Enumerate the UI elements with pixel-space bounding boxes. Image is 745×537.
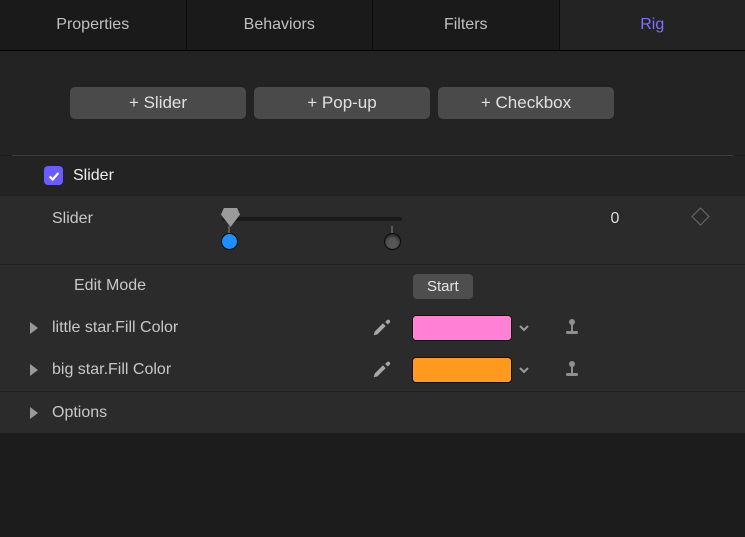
param-row-big-star-fill: big star.Fill Color [0,349,745,391]
snapshot-marker-active[interactable] [222,234,237,249]
add-checkbox-button[interactable]: + Checkbox [438,87,614,119]
eyedropper-icon[interactable] [371,316,393,341]
param-label: big star.Fill Color [52,361,352,379]
color-well[interactable] [412,315,512,341]
edit-mode-row: Edit Mode Start [0,265,745,307]
disclosure-icon[interactable] [30,407,38,419]
slider-value[interactable]: 0 [555,210,675,228]
chevron-down-icon[interactable] [516,320,532,336]
keyframe-icon[interactable] [691,207,709,225]
add-widget-row: + Slider + Pop-up + Checkbox [0,51,745,155]
options-row: Options [0,391,745,433]
disclosure-icon[interactable] [30,322,38,334]
slider-enable-checkbox[interactable] [44,166,63,185]
param-row-little-star-fill: little star.Fill Color [0,307,745,349]
edit-mode-start-button[interactable]: Start [412,273,474,300]
snapshot-bar[interactable] [222,234,402,260]
slider-param-label: Slider [52,210,222,228]
eyedropper-icon[interactable] [371,358,393,383]
param-label: little star.Fill Color [52,319,352,337]
add-popup-button[interactable]: + Pop-up [254,87,430,119]
edit-mode-label: Edit Mode [52,277,352,295]
tab-rig[interactable]: Rig [560,0,745,50]
chevron-down-icon[interactable] [516,362,532,378]
snapshot-marker[interactable] [385,234,400,249]
inspector-body: Slider 0 Edit Mode [0,195,745,433]
add-slider-button[interactable]: + Slider [70,87,246,119]
slider-control[interactable] [222,210,402,228]
color-well[interactable] [412,357,512,383]
rig-joystick-icon[interactable] [562,359,582,382]
disclosure-icon[interactable] [30,364,38,376]
slider-thumb-icon[interactable] [221,208,240,227]
tab-properties[interactable]: Properties [0,0,187,50]
inspector-tab-bar: Properties Behaviors Filters Rig [0,0,745,51]
slider-param-block: Slider 0 [0,195,745,265]
slider-section-header: Slider [0,156,745,195]
options-label: Options [52,404,352,422]
tab-behaviors[interactable]: Behaviors [187,0,374,50]
slider-section-title: Slider [73,167,114,185]
rig-joystick-icon[interactable] [562,317,582,340]
tab-filters[interactable]: Filters [373,0,560,50]
